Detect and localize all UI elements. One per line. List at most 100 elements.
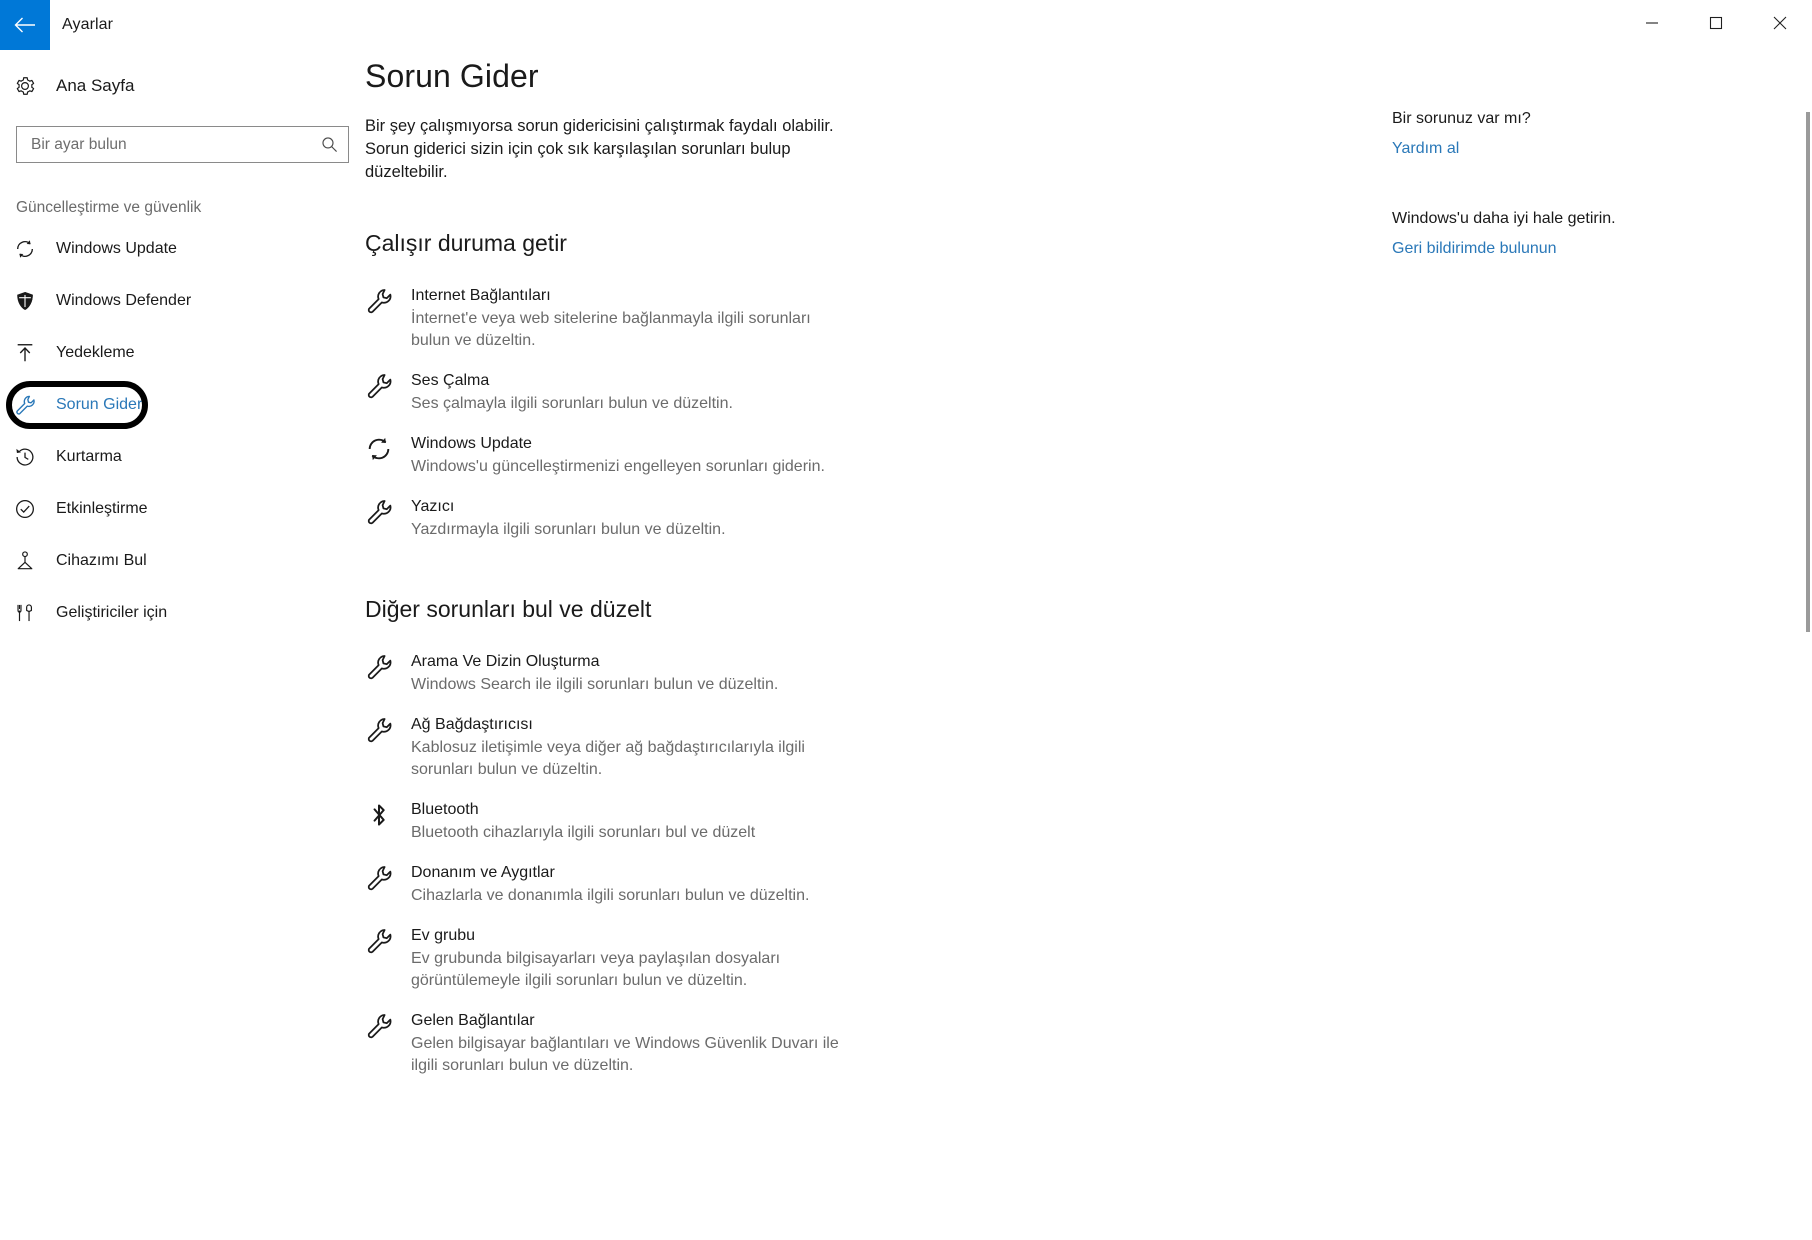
troubleshooter-name: Windows Update — [411, 435, 532, 453]
gear-icon — [14, 75, 48, 97]
troubleshooter-desc: Windows Search ile ilgili sorunları bulu… — [411, 676, 779, 694]
developer-tools-icon — [14, 602, 48, 624]
wrench-icon — [365, 862, 411, 892]
troubleshooter-list-find-and-fix: Arama Ve Dizin Oluşturma Windows Search … — [365, 642, 1392, 1086]
back-arrow-icon — [14, 17, 36, 33]
troubleshooter-item[interactable]: Arama Ve Dizin Oluşturma Windows Search … — [365, 642, 925, 705]
maximize-icon — [1709, 16, 1723, 35]
troubleshooter-item[interactable]: Ses Çalma Ses çalmayla ilgili sorunları … — [365, 361, 925, 424]
sidebar-item-recovery[interactable]: Kurtarma — [0, 431, 365, 483]
search-box[interactable] — [16, 126, 349, 163]
sidebar-item-windows-update[interactable]: Windows Update — [0, 223, 365, 275]
sidebar-item-backup[interactable]: Yedekleme — [0, 327, 365, 379]
sidebar-item-label: Etkinleştirme — [56, 500, 148, 517]
wrench-icon — [14, 394, 48, 416]
sidebar-item-home[interactable]: Ana Sayfa — [0, 62, 365, 110]
section-heading: Çalışır duruma getir — [365, 230, 567, 256]
sidebar-home-label: Ana Sayfa — [56, 76, 135, 95]
troubleshooter-item[interactable]: Donanım ve Aygıtlar Cihazlarla ve donanı… — [365, 853, 925, 916]
troubleshooter-text: Windows Update Windows'u güncelleştirmen… — [411, 433, 925, 478]
troubleshooter-name: Ağ Bağdaştırıcısı — [411, 716, 533, 734]
troubleshooter-name: Ses Çalma — [411, 372, 490, 390]
troubleshooter-text: Bluetooth Bluetooth cihazlarıyla ilgili … — [411, 799, 925, 844]
troubleshooter-item[interactable]: Ağ Bağdaştırıcısı Kablosuz iletişimle ve… — [365, 705, 925, 790]
troubleshooter-list-get-up-and-running: Internet Bağlantıları İnternet'e veya we… — [365, 276, 1392, 550]
troubleshooter-desc: Kablosuz iletişimle veya diğer ağ bağdaş… — [411, 739, 805, 779]
troubleshooter-name: Arama Ve Dizin Oluşturma — [411, 653, 600, 671]
history-icon — [14, 446, 48, 468]
troubleshooter-item[interactable]: Ev grubu Ev grubunda bilgisayarları veya… — [365, 916, 925, 1001]
right-rail: Bir sorunuz var mı? Yardım al Windows'u … — [1392, 50, 1812, 1240]
get-help-link[interactable]: Yardım al — [1392, 138, 1459, 160]
troubleshooter-desc: Gelen bilgisayar bağlantıları ve Windows… — [411, 1035, 839, 1075]
troubleshooter-item[interactable]: Internet Bağlantıları İnternet'e veya we… — [365, 276, 925, 361]
search-icon[interactable] — [320, 136, 338, 154]
rail-block-feedback: Windows'u daha iyi hale getirin. Geri bi… — [1392, 208, 1812, 260]
window-body: Ana Sayfa Güncelleştirme ve güvenlik — [0, 50, 1812, 1240]
search-input[interactable] — [17, 127, 348, 162]
check-circle-icon — [14, 498, 48, 520]
sidebar: Ana Sayfa Güncelleştirme ve güvenlik — [0, 50, 365, 1240]
rail-heading: Bir sorunuz var mı? — [1392, 110, 1531, 127]
troubleshooter-desc: Ev grubunda bilgisayarları veya paylaşıl… — [411, 950, 781, 990]
shield-icon — [14, 290, 48, 312]
troubleshooter-desc: Cihazlarla ve donanımla ilgili sorunları… — [411, 887, 810, 905]
content-inner: Sorun Gider Bir şey çalışmıyorsa sorun g… — [365, 50, 1392, 1086]
troubleshooter-text: Yazıcı Yazdırmayla ilgili sorunları bulu… — [411, 496, 925, 541]
minimize-button[interactable] — [1620, 0, 1684, 50]
troubleshooter-item[interactable]: Bluetooth Bluetooth cihazlarıyla ilgili … — [365, 790, 925, 853]
vertical-scrollbar[interactable] — [1804, 50, 1812, 1240]
troubleshooter-text: Donanım ve Aygıtlar Cihazlarla ve donanı… — [411, 862, 925, 907]
close-icon — [1773, 16, 1787, 35]
sidebar-item-troubleshoot[interactable]: Sorun Gider — [0, 379, 365, 431]
sidebar-item-label: Windows Defender — [56, 292, 192, 309]
troubleshooter-item[interactable]: Windows Update Windows'u güncelleştirmen… — [365, 424, 925, 487]
page-title: Sorun Gider — [365, 58, 539, 94]
troubleshooter-item[interactable]: Gelen Bağlantılar Gelen bilgisayar bağla… — [365, 1001, 925, 1086]
close-button[interactable] — [1748, 0, 1812, 50]
troubleshooter-name: Yazıcı — [411, 498, 455, 516]
troubleshooter-desc: Yazdırmayla ilgili sorunları bulun ve dü… — [411, 521, 726, 539]
troubleshooter-text: Ev grubu Ev grubunda bilgisayarları veya… — [411, 925, 925, 992]
troubleshooter-name: Internet Bağlantıları — [411, 287, 551, 305]
upload-icon — [14, 342, 48, 364]
sidebar-item-find-my-device[interactable]: Cihazımı Bul — [0, 535, 365, 587]
wrench-icon — [365, 285, 411, 315]
find-device-icon — [14, 550, 48, 572]
troubleshooter-text: Ses Çalma Ses çalmayla ilgili sorunları … — [411, 370, 925, 415]
sidebar-item-label: Geliştiriciler için — [56, 604, 168, 621]
troubleshooter-desc: Bluetooth cihazlarıyla ilgili sorunları … — [411, 824, 756, 842]
troubleshooter-name: Gelen Bağlantılar — [411, 1012, 535, 1030]
troubleshooter-text: Internet Bağlantıları İnternet'e veya we… — [411, 285, 925, 352]
troubleshooter-desc: İnternet'e veya web sitelerine bağlanmay… — [411, 310, 811, 350]
troubleshooter-text: Ağ Bağdaştırıcısı Kablosuz iletişimle ve… — [411, 714, 925, 781]
sidebar-item-label: Sorun Gider — [56, 396, 143, 413]
troubleshooter-name: Donanım ve Aygıtlar — [411, 864, 555, 882]
sync-icon — [365, 433, 411, 463]
wrench-icon — [365, 651, 411, 681]
window-controls — [1620, 0, 1812, 50]
maximize-button[interactable] — [1684, 0, 1748, 50]
rail-block-help: Bir sorunuz var mı? Yardım al — [1392, 108, 1812, 160]
scrollbar-thumb[interactable] — [1806, 112, 1810, 632]
troubleshooter-text: Gelen Bağlantılar Gelen bilgisayar bağla… — [411, 1010, 925, 1077]
sidebar-item-label: Yedekleme — [56, 344, 135, 361]
troubleshooter-name: Bluetooth — [411, 801, 479, 819]
back-button[interactable] — [0, 0, 50, 50]
troubleshooter-desc: Windows'u güncelleştirmenizi engelleyen … — [411, 458, 825, 476]
troubleshooter-item[interactable]: Yazıcı Yazdırmayla ilgili sorunları bulu… — [365, 487, 925, 550]
wrench-icon — [365, 1010, 411, 1040]
wrench-icon — [365, 370, 411, 400]
sidebar-item-windows-defender[interactable]: Windows Defender — [0, 275, 365, 327]
rail-heading: Windows'u daha iyi hale getirin. — [1392, 210, 1616, 227]
troubleshooter-text: Arama Ve Dizin Oluşturma Windows Search … — [411, 651, 925, 696]
sync-icon — [14, 238, 48, 260]
sidebar-item-for-developers[interactable]: Geliştiriciler için — [0, 587, 365, 639]
wrench-icon — [365, 925, 411, 955]
give-feedback-link[interactable]: Geri bildirimde bulunun — [1392, 238, 1557, 260]
sidebar-item-activation[interactable]: Etkinleştirme — [0, 483, 365, 535]
sidebar-section-title: Güncelleştirme ve güvenlik — [16, 199, 202, 216]
section-heading: Diğer sorunları bul ve düzelt — [365, 596, 652, 623]
page-intro: Bir şey çalışmıyorsa sorun gidericisini … — [365, 117, 834, 181]
troubleshooter-desc: Ses çalmayla ilgili sorunları bulun ve d… — [411, 395, 733, 413]
